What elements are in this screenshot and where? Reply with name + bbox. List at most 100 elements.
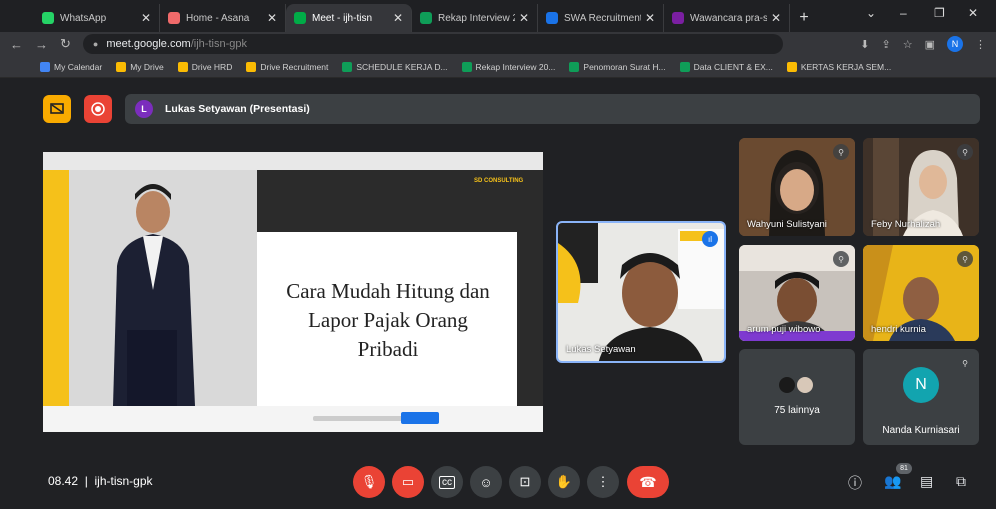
bookmark-label: Drive Recruitment <box>260 61 329 72</box>
download-icon[interactable]: ⬇ <box>860 38 869 51</box>
url-path: /ijh-tisn-gpk <box>190 38 247 50</box>
bookmark-icon <box>461 61 472 72</box>
camera-off-icon: ▭ <box>401 474 415 489</box>
slide-accent-bar <box>43 170 69 406</box>
activities-icon[interactable]: ⧉ <box>956 473 966 490</box>
reactions-button[interactable]: ☺ <box>470 466 502 498</box>
bookmark-item[interactable]: SCHEDULE KERJA D... <box>342 61 448 72</box>
bookmark-label: Rekap Interview 20... <box>475 61 556 72</box>
bookmark-item[interactable]: Drive HRD <box>177 61 232 72</box>
close-tab-icon[interactable]: ✕ <box>141 11 151 25</box>
recording-icon[interactable] <box>84 95 112 123</box>
muted-icon: ⚲ <box>957 251 973 267</box>
back-icon[interactable]: ← <box>10 37 23 52</box>
meeting-details-icon[interactable]: ⓘ <box>848 473 862 493</box>
participant-tile[interactable]: arum puji wibowo ⚲ <box>739 245 855 341</box>
more-participants-tile[interactable]: 75 lainnya <box>739 349 855 445</box>
bookmark-item[interactable]: Penomoran Surat H... <box>569 61 666 72</box>
tab-favicon-icon <box>546 12 558 24</box>
new-tab-button[interactable]: + <box>790 4 818 32</box>
close-tab-icon[interactable]: ✕ <box>519 11 529 25</box>
sidepanel-icon[interactable]: ▣ <box>925 38 935 51</box>
maximize-button[interactable]: ❐ <box>934 6 945 20</box>
participant-tile[interactable]: hendri kurnia ⚲ <box>863 245 979 341</box>
bookmark-item[interactable]: My Drive <box>116 61 164 72</box>
participant-name: Nanda Kurniasari <box>882 425 960 436</box>
participant-thumb <box>777 375 797 395</box>
call-controls: 08.42 | ijh-tisn-gpk 🎙 ▭ cc ☺ ⊡ ✋ ⋮ ☎ ⓘ … <box>0 460 996 509</box>
bookmark-icon <box>342 61 353 72</box>
browser-tab[interactable]: Home - Asana ✕ <box>160 4 286 32</box>
bookmark-item[interactable]: Rekap Interview 20... <box>461 61 556 72</box>
tab-search-icon[interactable]: ⌄ <box>866 6 876 20</box>
company-logo: SD CONSULTING <box>474 178 524 184</box>
close-window-button[interactable]: ✕ <box>968 6 978 20</box>
forward-icon[interactable]: → <box>35 37 48 52</box>
camera-off-button[interactable]: ▭ <box>392 466 424 498</box>
speaking-indicator-icon: ıl <box>702 231 718 247</box>
raise-hand-button[interactable]: ✋ <box>548 466 580 498</box>
bookmark-label: KERTAS KERJA SEM... <box>800 61 892 72</box>
more-options-button[interactable]: ⋮ <box>587 466 619 498</box>
bookmark-item[interactable]: My Calendar <box>40 61 102 72</box>
close-tab-icon[interactable]: ✕ <box>771 11 781 25</box>
bookmark-item[interactable]: Drive Recruitment <box>246 61 329 72</box>
emoji-icon: ☺ <box>479 474 493 490</box>
mic-off-button[interactable]: 🎙 <box>353 466 385 498</box>
bookmark-icon <box>40 61 50 72</box>
participant-name: Wahyuni Sulistyani <box>747 219 827 230</box>
participant-tile[interactable]: N Nanda Kurniasari ⚲ <box>863 349 979 445</box>
slide-title-line-1: Cara Mudah Hitung dan <box>286 278 490 303</box>
mic-off-icon: 🎙 <box>360 474 378 489</box>
bookmark-icon <box>679 61 690 72</box>
close-tab-icon[interactable]: ✕ <box>393 11 403 25</box>
browser-tab[interactable]: Rekap Interview 20 ✕ <box>412 4 538 32</box>
close-tab-icon[interactable]: ✕ <box>267 11 277 25</box>
bookmark-item[interactable]: KERTAS KERJA SEM... <box>786 61 892 72</box>
presentation-icon[interactable] <box>43 95 71 123</box>
share-icon[interactable]: ⇪ <box>882 38 891 51</box>
shared-screen: SD CONSULTING Cara Mudah Hitung dan Lapo… <box>43 152 543 432</box>
url-input[interactable]: ● meet.google.com/ijh-tisn-gpk <box>82 34 783 54</box>
more-participants-label: 75 lainnya <box>774 405 820 416</box>
browser-tab[interactable]: Meet - ijh-tisn ✕ <box>286 4 412 32</box>
muted-icon: ⚲ <box>833 144 849 160</box>
speaker-tile[interactable]: Lukas Setyawan ıl <box>556 221 726 363</box>
close-tab-icon[interactable]: ✕ <box>645 11 655 25</box>
people-icon[interactable]: 👥 <box>884 473 901 490</box>
participant-tile[interactable]: Wahyuni Sulistyani ⚲ <box>739 138 855 236</box>
browser-tab[interactable]: SWA Recruitment ✕ <box>538 4 664 32</box>
speaker-name: Lukas Setyawan <box>566 344 636 355</box>
participant-name: hendri kurnia <box>871 324 926 335</box>
lock-icon: ● <box>92 39 99 49</box>
bookmark-label: My Drive <box>130 61 164 72</box>
minimize-button[interactable]: – <box>900 6 907 20</box>
chat-icon[interactable]: ▤ <box>920 473 933 490</box>
phone-hangup-icon: ☎ <box>639 473 657 490</box>
reload-icon[interactable]: ↻ <box>60 36 71 52</box>
tab-title: Wawancara pra-su <box>690 12 767 24</box>
browser-tab[interactable]: WhatsApp ✕ <box>34 4 160 32</box>
tab-title: Rekap Interview 20 <box>438 12 515 24</box>
leave-call-button[interactable]: ☎ <box>627 466 669 498</box>
bookmark-item[interactable]: Data CLIENT & EX... <box>679 61 773 72</box>
presenter-banner: L Lukas Setyawan (Presentasi) <box>125 94 980 124</box>
tab-favicon-icon <box>168 12 180 24</box>
participant-tile[interactable]: Feby Nurhalizah ⚲ <box>863 138 979 236</box>
browser-tab[interactable]: Wawancara pra-su ✕ <box>664 4 790 32</box>
meeting-code: ijh-tisn-gpk <box>94 474 153 488</box>
present-button[interactable]: ⊡ <box>509 466 541 498</box>
address-bar-row: ← → ↻ ● meet.google.com/ijh-tisn-gpk ⬇ ⇪… <box>0 32 996 56</box>
meeting-info: 08.42 | ijh-tisn-gpk <box>48 474 153 488</box>
presenter-photo <box>69 170 257 406</box>
participant-thumb <box>795 375 815 395</box>
bookmark-label: Data CLIENT & EX... <box>693 61 773 72</box>
profile-avatar[interactable]: N <box>947 36 963 52</box>
slide-title-line-2: Lapor Pajak Orang <box>308 307 468 332</box>
muted-icon: ⚲ <box>962 358 968 368</box>
bookmark-label: Penomoran Surat H... <box>583 61 666 72</box>
bookmark-star-icon[interactable]: ☆ <box>903 38 913 51</box>
slide-title-line-3: Pribadi <box>357 336 419 361</box>
captions-button[interactable]: cc <box>431 466 463 498</box>
menu-dots-icon[interactable]: ⋮ <box>975 38 986 51</box>
